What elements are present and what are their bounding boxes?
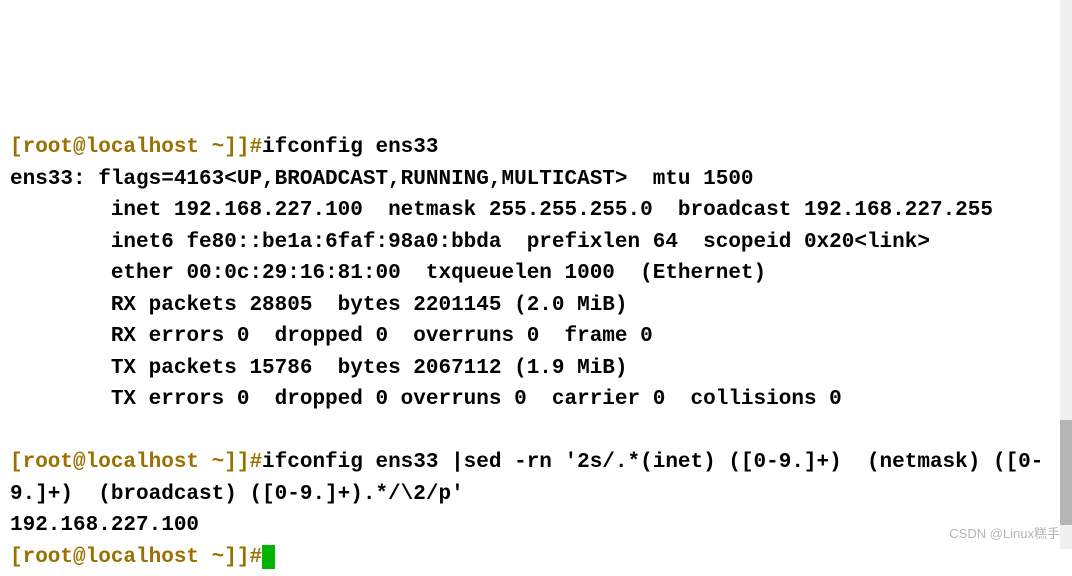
shell-prompt-1: [root@localhost ~]]# xyxy=(10,136,262,159)
command-1: ifconfig ens33 xyxy=(262,136,438,159)
ifconfig-tx-errors: TX errors 0 dropped 0 overruns 0 carrier… xyxy=(10,388,842,411)
sed-output-ip: 192.168.227.100 xyxy=(10,514,199,537)
ifconfig-tx-packets: TX packets 15786 bytes 2067112 (1.9 MiB) xyxy=(10,357,628,380)
cursor-block[interactable] xyxy=(262,545,275,569)
ifconfig-rx-errors: RX errors 0 dropped 0 overruns 0 frame 0 xyxy=(10,325,653,348)
scrollbar-thumb[interactable] xyxy=(1060,420,1072,525)
ifconfig-inet: inet 192.168.227.100 netmask 255.255.255… xyxy=(10,199,993,222)
ifconfig-ether: ether 00:0c:29:16:81:00 txqueuelen 1000 … xyxy=(10,262,766,285)
ifconfig-inet6: inet6 fe80::be1a:6faf:98a0:bbda prefixle… xyxy=(10,231,930,254)
watermark-text: CSDN @Linux糕手 xyxy=(949,524,1060,544)
ifconfig-rx-packets: RX packets 28805 bytes 2201145 (2.0 MiB) xyxy=(10,294,628,317)
ifconfig-flags: ens33: flags=4163<UP,BROADCAST,RUNNING,M… xyxy=(10,168,754,191)
shell-prompt-2: [root@localhost ~]]# xyxy=(10,451,262,474)
